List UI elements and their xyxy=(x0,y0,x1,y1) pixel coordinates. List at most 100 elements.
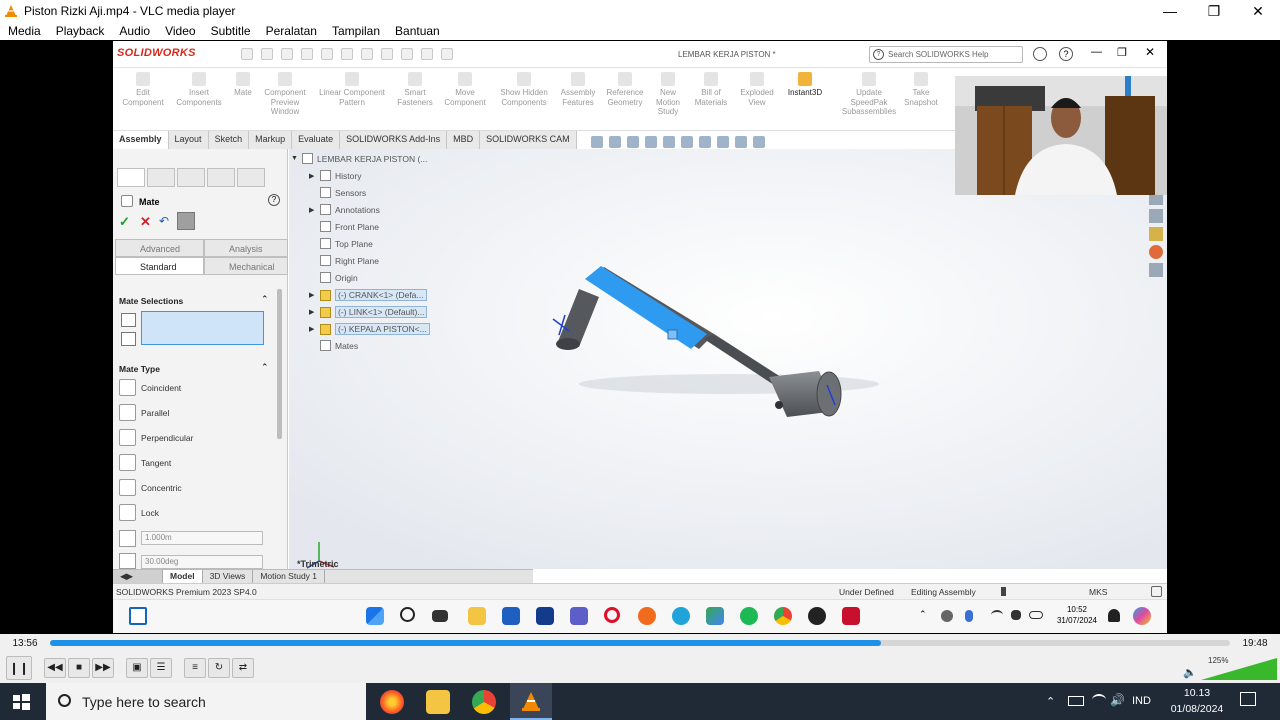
feature-manager-tab[interactable] xyxy=(147,168,175,187)
tab-scroll-arrows[interactable]: ◀▶ xyxy=(113,570,163,583)
seek-bar[interactable] xyxy=(50,640,1230,646)
play-games-icon[interactable] xyxy=(706,607,724,625)
tab-analysis[interactable]: Analysis xyxy=(204,239,288,257)
menu-peralatan[interactable]: Peralatan xyxy=(266,24,317,38)
loop-button[interactable]: ↻ xyxy=(208,657,230,678)
tab-cam[interactable]: SOLIDWORKS CAM xyxy=(480,131,577,149)
search-icon[interactable] xyxy=(400,607,415,622)
tab-assembly[interactable]: Assembly xyxy=(113,131,169,149)
collapse-chevron-icon[interactable]: ⌃ xyxy=(261,362,269,373)
taskbar-search-box[interactable]: Type here to search xyxy=(46,683,366,720)
teams-icon[interactable] xyxy=(570,607,588,625)
file-properties-icon[interactable] xyxy=(421,48,433,60)
cmd-component-preview-window[interactable]: Component Preview Window xyxy=(259,72,311,117)
zoom-area-icon[interactable] xyxy=(609,136,621,148)
maximize-button[interactable]: ❐ xyxy=(1192,3,1236,20)
tab-advanced[interactable]: Advanced xyxy=(115,239,204,257)
firefox-icon[interactable] xyxy=(380,690,404,714)
distance-input[interactable]: 1.000m xyxy=(141,531,263,545)
cmd-instant3d[interactable]: Instant3D xyxy=(781,72,829,98)
file-explorer-icon[interactable] xyxy=(468,607,486,625)
zoom-to-fit-icon[interactable] xyxy=(591,136,603,148)
cmd-show-hidden-components[interactable]: Show Hidden Components xyxy=(497,72,551,107)
display-style-icon[interactable] xyxy=(681,136,693,148)
edge-icon[interactable] xyxy=(672,607,690,625)
close-button[interactable]: ✕ xyxy=(1236,3,1280,20)
store-icon[interactable] xyxy=(502,607,520,625)
sw-close-button[interactable]: ✕ xyxy=(1145,45,1155,59)
menu-video[interactable]: Video xyxy=(165,24,195,38)
tab-3d-views[interactable]: 3D Views xyxy=(203,570,254,583)
shuffle-button[interactable]: ⇄ xyxy=(232,657,254,678)
cmd-new-motion-study[interactable]: New Motion Study xyxy=(651,72,685,117)
playlist-button[interactable]: ≡ xyxy=(184,657,206,678)
design-library-icon[interactable] xyxy=(1149,209,1163,223)
menu-media[interactable]: Media xyxy=(8,24,41,38)
tree-root[interactable]: ▼ LEMBAR KERJA PISTON (... xyxy=(291,153,427,164)
display-manager-tab[interactable] xyxy=(237,168,265,187)
tray-chevron-icon[interactable]: ⌃ xyxy=(919,609,927,620)
spotify-icon[interactable] xyxy=(740,607,758,625)
redo-icon[interactable] xyxy=(361,48,373,60)
help-circle-icon[interactable]: ? xyxy=(1059,47,1073,61)
property-manager-tab[interactable] xyxy=(117,168,145,187)
tab-mechanical[interactable]: Mechanical xyxy=(204,257,288,275)
section-view-icon[interactable] xyxy=(645,136,657,148)
mate-selections-list[interactable] xyxy=(141,311,264,345)
configuration-manager-tab[interactable] xyxy=(177,168,205,187)
scene-icon[interactable] xyxy=(735,136,747,148)
copilot-icon[interactable] xyxy=(1133,607,1151,625)
save-icon[interactable] xyxy=(301,48,313,60)
tab-mbd[interactable]: MBD xyxy=(447,131,481,149)
outlook-icon[interactable] xyxy=(536,607,554,625)
task-view-icon[interactable] xyxy=(432,610,448,622)
windows-start-icon[interactable] xyxy=(366,607,384,625)
cmd-mate[interactable]: Mate xyxy=(229,72,257,98)
cmd-linear-component-pattern[interactable]: Linear Component Pattern xyxy=(313,72,391,107)
tree-item-kepala-piston[interactable]: ▶ (-) KEPALA PISTON<... xyxy=(309,323,430,335)
volume-slider[interactable] xyxy=(1201,658,1277,680)
cmd-move-component[interactable]: Move Component xyxy=(439,72,491,107)
cmd-exploded-view[interactable]: Exploded View xyxy=(735,72,779,107)
new-icon[interactable] xyxy=(261,48,273,60)
tab-addins[interactable]: SOLIDWORKS Add-Ins xyxy=(340,131,448,149)
volume-icon[interactable] xyxy=(1011,610,1021,620)
tree-item[interactable]: Top Plane xyxy=(309,238,373,249)
windows-start-icon[interactable] xyxy=(13,694,30,710)
video-frame[interactable]: SOLIDWORKS LEMBAR KERJA PISTON * ? Searc… xyxy=(113,41,1167,633)
previous-view-icon[interactable] xyxy=(627,136,639,148)
ok-check-icon[interactable]: ✓ xyxy=(119,214,130,230)
cmd-reference-geometry[interactable]: Reference Geometry xyxy=(603,72,647,107)
options-gear-icon[interactable] xyxy=(441,48,453,60)
mate-parallel[interactable]: Parallel xyxy=(119,404,169,421)
pushpin-icon[interactable] xyxy=(177,212,195,230)
tab-evaluate[interactable]: Evaluate xyxy=(292,131,341,149)
tab-layout[interactable]: Layout xyxy=(168,131,209,149)
tree-item-link[interactable]: ▶ (-) LINK<1> (Default)... xyxy=(309,306,428,318)
obs-icon[interactable] xyxy=(808,607,826,625)
pause-button[interactable]: ❙❙ xyxy=(6,655,32,680)
chrome-icon[interactable] xyxy=(472,690,496,714)
vlc-taskbar-button[interactable] xyxy=(510,683,552,720)
firefox-icon[interactable] xyxy=(638,607,656,625)
cmd-update-speedpak[interactable]: Update SpeedPak Subassemblies xyxy=(839,72,899,117)
cmd-bill-of-materials[interactable]: Bill of Materials xyxy=(689,72,733,107)
tree-item[interactable]: Right Plane xyxy=(309,255,379,266)
opera-icon[interactable] xyxy=(604,607,620,623)
battery-icon[interactable] xyxy=(1029,611,1043,619)
tree-item[interactable]: Sensors xyxy=(309,187,366,198)
view-orientation-icon[interactable] xyxy=(663,136,675,148)
edit-appearance-icon[interactable] xyxy=(717,136,729,148)
cmd-assembly-features[interactable]: Assembly Features xyxy=(555,72,601,107)
sw-restore-button[interactable]: ❐ xyxy=(1117,46,1127,59)
sw-minimize-button[interactable]: — xyxy=(1091,46,1102,58)
volume-control[interactable]: 🔈 125% xyxy=(1183,656,1278,680)
undo-icon[interactable]: ↶ xyxy=(159,214,169,228)
tree-item-crank[interactable]: ▶ (-) CRANK<1> (Defa... xyxy=(309,289,427,301)
battery-icon[interactable] xyxy=(1068,696,1084,706)
notification-bell-icon[interactable] xyxy=(1108,609,1120,622)
help-search-input[interactable]: ? Search SOLIDWORKS Help xyxy=(869,46,1023,63)
tree-item[interactable]: ▶ Annotations xyxy=(309,204,380,215)
view-settings-icon[interactable] xyxy=(753,136,765,148)
mate-concentric[interactable]: Concentric xyxy=(119,479,182,496)
